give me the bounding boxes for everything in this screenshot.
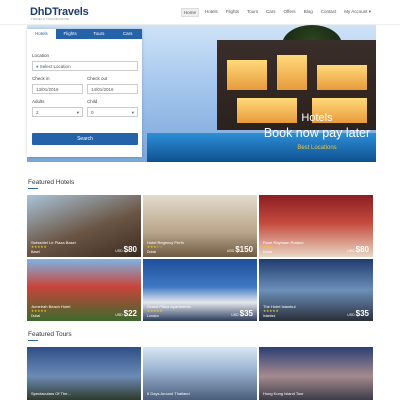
featured-hotels-title: Featured Hotels [28,179,75,186]
section-underline [28,188,38,189]
nav-contact[interactable]: Contact [319,8,339,17]
nav-offers[interactable]: Offers [282,8,298,17]
featured-tours-grid: Spectaculars Of The... 6 Days Around Tha… [27,347,376,400]
nav-cars[interactable]: Cars [264,8,278,17]
child-select[interactable]: 0 ▾ [87,107,138,117]
tour-name: Hong Kong Island Tour [263,391,304,396]
hotel-location: Dubai [147,250,157,254]
hotel-card[interactable]: Hotel Regency Perth ★★★☆☆ Dubai USD$150 [143,195,257,257]
adults-label: Adults [32,99,45,104]
tab-flights[interactable]: Flights [56,29,85,39]
checkin-value: 13/01/2016 [36,87,59,92]
featured-hotels-grid: Swissôtel Le Plaza Basel ★★★★★ Basel USD… [27,195,376,321]
search-panel: Hotels Flights Tours Cars Location ⌖ Sel… [27,29,142,157]
hotel-location: Dubai [31,314,41,318]
hero-location: Best Locations [297,145,337,151]
chevron-down-icon: ▾ [76,110,79,115]
tour-card[interactable]: Spectaculars Of The... [27,347,141,400]
tab-cars[interactable]: Cars [113,29,142,39]
checkin-field[interactable]: 13/01/2016 [32,84,83,94]
hotel-location: Dubai [263,250,273,254]
hotel-stars: ★★★☆☆ [147,245,163,249]
child-label: Child [87,99,98,104]
location-label: Location [32,53,50,58]
hotel-stars: ★★★★★ [147,309,163,313]
hotel-card[interactable]: The Hotel Istanbul ★★★★★ Istanbul USD$35 [259,259,373,321]
nav-home[interactable]: Home [180,8,199,17]
adults-select[interactable]: 2 ▾ [32,107,83,117]
hotel-location: Istanbul [263,314,276,318]
hotel-card[interactable]: Grand Plaza Apartments ★★★★★ London USD$… [143,259,257,321]
location-placeholder: Select Location [39,64,71,69]
adults-value: 2 [36,110,39,115]
hotel-price: USD$35 [347,309,369,318]
section-underline [28,340,38,341]
location-select[interactable]: ⌖ Select Location [32,61,138,71]
site-header: DhDTravels TRAVEL & TOUR BOOKING Home Ho… [0,0,400,25]
tour-card[interactable]: Hong Kong Island Tour [259,347,373,400]
hotel-stars: ★★★★★ [31,245,47,249]
hero-subtitle: Book now pay later [263,126,371,140]
hotel-card[interactable]: Rose Rayhaan Rotana ★★★☆☆ Dubai USD$80 [259,195,373,257]
hotel-stars: ★★★☆☆ [263,245,279,249]
search-tabs: Hotels Flights Tours Cars [27,29,142,39]
tour-card[interactable]: 6 Days Around Thailand [143,347,257,400]
hotel-stars: ★★★★★ [31,309,47,313]
nav-my-account[interactable]: My Account ▾ [342,8,373,17]
search-button[interactable]: Search [32,133,138,145]
checkout-label: Check out [87,76,108,81]
featured-tours-title: Featured Tours [28,331,72,338]
nav-flights[interactable]: Flights [224,8,241,17]
hotel-card[interactable]: Swissôtel Le Plaza Basel ★★★★★ Basel USD… [27,195,141,257]
hotel-price: USD$35 [231,309,253,318]
hotel-location: Basel [31,250,40,254]
checkin-label: Check in [32,76,50,81]
main-nav: Home Hotels Flights Tours Cars Offers Bl… [180,8,373,17]
hotel-card[interactable]: Jumeirah Beach Hotel ★★★★★ Dubai USD$22 [27,259,141,321]
checkout-field[interactable]: 14/01/2016 [87,84,138,94]
hero-title: Hotels [301,112,333,124]
tab-tours[interactable]: Tours [85,29,114,39]
nav-hotels[interactable]: Hotels [203,8,220,17]
hotel-price: USD$80 [347,245,369,254]
child-value: 0 [91,110,94,115]
nav-blog[interactable]: Blog [302,8,315,17]
tab-hotels[interactable]: Hotels [27,29,56,39]
checkout-value: 14/01/2016 [91,87,114,92]
hotel-stars: ★★★★★ [263,309,279,313]
tour-name: 6 Days Around Thailand [147,391,190,396]
logo-tagline: TRAVEL & TOUR BOOKING [31,17,70,21]
tour-name: Spectaculars Of The... [31,391,71,396]
nav-tours[interactable]: Tours [245,8,260,17]
hotel-price: USD$22 [115,309,137,318]
hotel-price: USD$80 [115,245,137,254]
hotel-price: USD$150 [226,245,253,254]
chevron-down-icon: ▾ [131,110,134,115]
hotel-location: London [147,314,159,318]
